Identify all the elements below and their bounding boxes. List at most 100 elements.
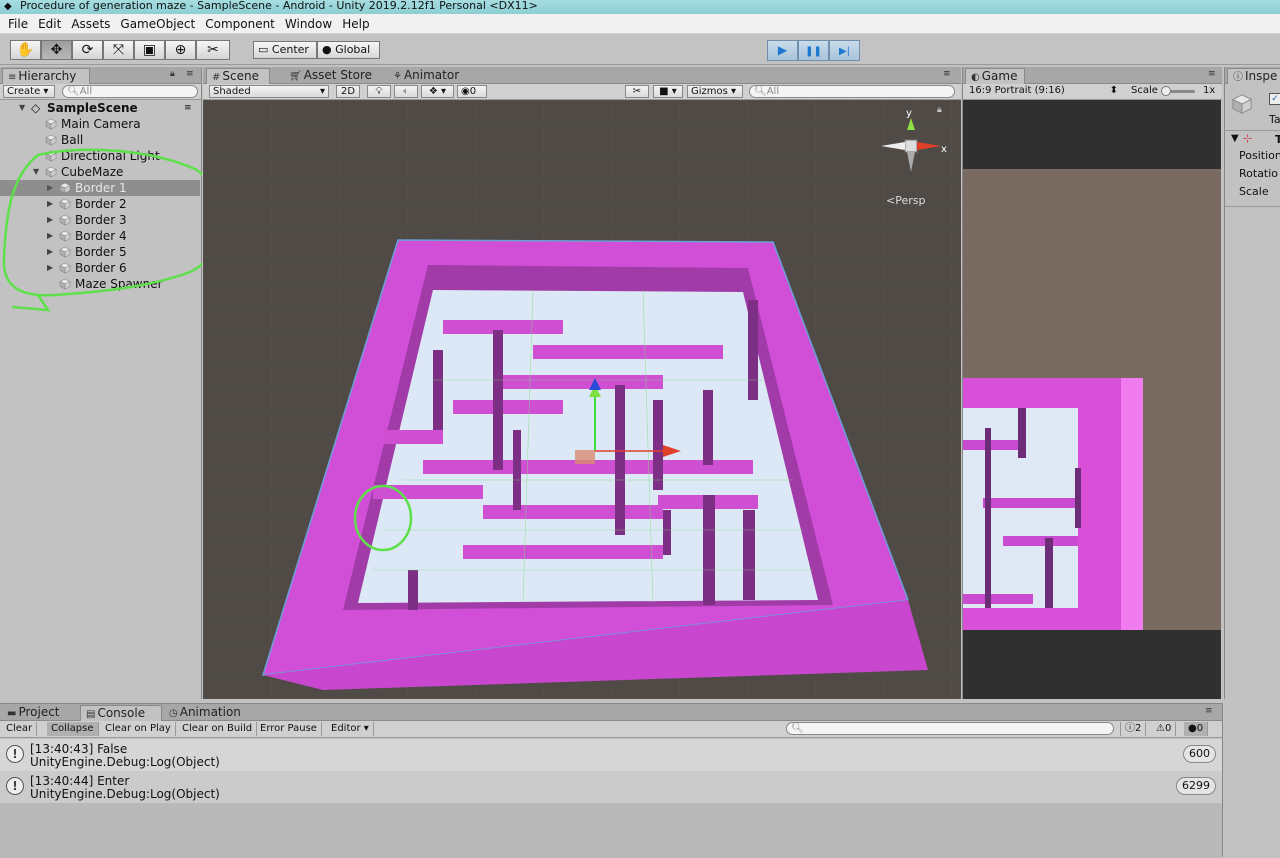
collapse-toggle[interactable]: Collapse: [47, 722, 99, 736]
rotate-icon: ⟳: [81, 42, 94, 58]
scene-viewport[interactable]: y x 🔒︎ <Persp: [203, 100, 961, 699]
hierarchy-item-label: Main Camera: [61, 117, 141, 131]
panel-menu-icon[interactable]: ≡: [1208, 69, 1216, 79]
menu-window[interactable]: Window: [280, 15, 337, 33]
globe-icon: ●: [322, 43, 332, 56]
console-search-input[interactable]: 🔍︎: [786, 722, 1114, 735]
scene-tab-row: # Scene 🛒︎ Asset Store ⚘ Animator ≡: [203, 67, 961, 84]
shading-mode-dropdown[interactable]: Shaded ▾: [209, 85, 329, 98]
create-label: Create: [7, 86, 41, 97]
tab-animator-label: Animator: [403, 68, 460, 82]
scale-field-label: Scale: [1239, 185, 1269, 198]
scale-tool-button[interactable]: ⤧: [103, 40, 134, 60]
tab-animation[interactable]: ◷ Animation: [164, 705, 246, 721]
menu-edit[interactable]: Edit: [33, 15, 66, 33]
component-title: T: [1275, 133, 1280, 146]
scale-slider[interactable]: [1161, 86, 1195, 96]
errors-toggle[interactable]: ●0: [1184, 722, 1209, 736]
clear-button[interactable]: Clear: [2, 722, 38, 736]
menu-assets[interactable]: Assets: [66, 15, 115, 33]
error-pause-toggle[interactable]: Error Pause: [256, 722, 322, 736]
position-label: Position: [1239, 149, 1280, 162]
scene-search-input[interactable]: 🔍︎All: [749, 85, 955, 98]
console-detail-area: [0, 803, 1222, 858]
panel-menu-icon[interactable]: ≡: [1205, 706, 1213, 716]
menu-component[interactable]: Component: [200, 15, 280, 33]
clear-on-build-toggle[interactable]: Clear on Build: [178, 722, 258, 736]
tab-hierarchy[interactable]: ≡ Hierarchy: [2, 68, 90, 84]
tab-game[interactable]: ◐ Game: [965, 68, 1025, 84]
menu-help[interactable]: Help: [337, 15, 374, 33]
object-cube-icon: [1231, 94, 1253, 114]
warning-icon: !: [6, 745, 24, 763]
custom-tool-button[interactable]: ✂: [196, 40, 230, 60]
effects-dropdown[interactable]: ❖ ▾: [421, 85, 454, 98]
scene-menu-icon[interactable]: ≡: [184, 100, 192, 116]
2d-toggle[interactable]: 2D: [336, 85, 360, 98]
tab-scene[interactable]: # Scene: [206, 68, 270, 84]
hierarchy-item-main-camera[interactable]: Main Camera: [0, 116, 200, 132]
collapse-label: Collapse: [51, 723, 94, 734]
tab-console-label: Console: [97, 706, 146, 720]
audio-toggle[interactable]: 🔈︎: [394, 85, 418, 98]
pause-button[interactable]: ❚❚: [798, 40, 829, 61]
move-tool-button[interactable]: ✥: [41, 40, 72, 60]
tab-console[interactable]: ▤ Console: [80, 705, 162, 721]
error-pause-label: Error Pause: [260, 723, 317, 734]
scene-tools-button[interactable]: ✂: [625, 85, 649, 98]
hierarchy-subbar: Create ▾ 🔍︎All: [0, 84, 201, 100]
active-checkbox[interactable]: ✓: [1269, 93, 1280, 105]
expand-arrow-icon[interactable]: ▼: [19, 100, 25, 116]
transform-icon: ⊕: [174, 42, 187, 58]
menu-file[interactable]: File: [3, 15, 33, 33]
tab-asset-store[interactable]: 🛒︎ Asset Store: [284, 68, 377, 84]
transform-tool-button[interactable]: ⊕: [165, 40, 196, 60]
console-icon: ▤: [86, 709, 96, 720]
expand-arrow-icon[interactable]: ▼: [1231, 133, 1239, 144]
lock-icon[interactable]: 🔒︎: [170, 69, 175, 79]
gizmo-lock-icon[interactable]: 🔒︎: [937, 105, 942, 115]
gizmo-x-label: x: [941, 144, 947, 155]
messages-toggle[interactable]: ⚠0: [1152, 722, 1177, 736]
log-entry[interactable]: ! [13:40:44] Enter UnityEngine.Debug:Log…: [0, 771, 1222, 803]
hidden-objects-counter[interactable]: ◉0: [457, 85, 487, 98]
hand-icon: ✋: [16, 42, 35, 58]
rect-tool-button[interactable]: ▣: [134, 40, 165, 60]
play-button[interactable]: ▶: [767, 40, 798, 61]
gizmos-dropdown[interactable]: Gizmos ▾: [687, 85, 743, 98]
menu-gameobject[interactable]: GameObject: [115, 15, 200, 33]
pivot-mode-toggle[interactable]: ▭ Center: [253, 41, 317, 59]
game-viewport[interactable]: [963, 100, 1221, 699]
hierarchy-search-input[interactable]: 🔍︎All: [62, 85, 198, 98]
aspect-dropdown[interactable]: 16:9 Portrait (9:16) ⬍: [966, 85, 1121, 98]
divider: [1225, 130, 1280, 131]
log-entry[interactable]: ! [13:40:43] False UnityEngine.Debug:Log…: [0, 739, 1222, 771]
tab-project[interactable]: ▬ Project: [2, 705, 65, 721]
rotate-tool-button[interactable]: ⟳: [72, 40, 103, 60]
tab-project-label: Project: [18, 705, 60, 719]
hand-tool-button[interactable]: ✋: [10, 40, 41, 60]
camera-dropdown[interactable]: ■ ▾: [653, 85, 683, 98]
scene-orientation-gizmo[interactable]: y x 🔒︎: [875, 105, 955, 188]
panel-menu-icon[interactable]: ≡: [943, 69, 951, 79]
tab-animator[interactable]: ⚘ Animator: [388, 68, 464, 84]
scene-root[interactable]: ▼ ◇ SampleScene ≡: [0, 100, 200, 116]
projection-toggle[interactable]: <Persp: [886, 194, 925, 207]
editor-dropdown[interactable]: Editor ▾: [327, 722, 374, 736]
store-icon: 🛒︎: [289, 71, 302, 82]
warnings-toggle[interactable]: ⓘ2: [1120, 722, 1147, 736]
lighting-toggle[interactable]: 💡︎: [367, 85, 391, 98]
scale-slider-handle[interactable]: [1161, 86, 1171, 96]
error-icon: ●: [1188, 723, 1197, 734]
pivot-rotation-toggle[interactable]: ● Global: [317, 41, 380, 59]
panel-menu-icon[interactable]: ≡: [186, 69, 194, 79]
tab-inspector[interactable]: ⓘ Inspe: [1227, 68, 1280, 84]
clear-on-play-toggle[interactable]: Clear on Play: [101, 722, 176, 736]
create-dropdown[interactable]: Create ▾: [3, 85, 55, 98]
hierarchy-item-ball[interactable]: Ball: [0, 132, 200, 148]
editor-label: Editor: [331, 723, 361, 734]
step-button[interactable]: ▶|: [829, 40, 860, 61]
gizmos-label: Gizmos: [691, 86, 728, 97]
menu-bar: File Edit Assets GameObject Component Wi…: [0, 14, 1280, 34]
log-count-badge: 6299: [1176, 777, 1216, 795]
